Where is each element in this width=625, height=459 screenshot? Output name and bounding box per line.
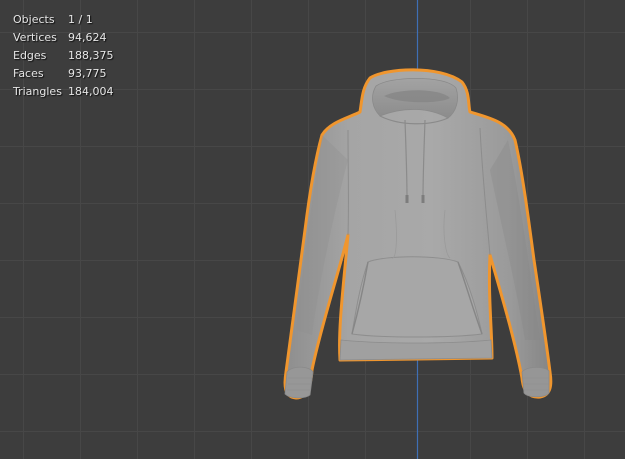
stat-row-faces: Faces 93,775	[13, 65, 114, 83]
stat-value: 1 / 1	[68, 13, 93, 26]
statistics-overlay: Objects 1 / 1 Vertices 94,624 Edges 188,…	[13, 11, 114, 101]
stat-row-triangles: Triangles 184,004	[13, 83, 114, 101]
stat-value: 188,375	[68, 49, 114, 62]
stat-label: Triangles	[13, 85, 62, 98]
stat-label: Objects	[13, 13, 55, 26]
cuff-right	[521, 366, 550, 398]
stat-label: Edges	[13, 49, 47, 62]
stat-value: 94,624	[68, 31, 107, 44]
stat-value: 184,004	[68, 85, 114, 98]
stat-label: Faces	[13, 67, 44, 80]
stat-value: 93,775	[68, 67, 107, 80]
cuff-left	[284, 366, 314, 399]
stat-row-vertices: Vertices 94,624	[13, 29, 114, 47]
3d-viewport[interactable]: Objects 1 / 1 Vertices 94,624 Edges 188,…	[0, 0, 625, 459]
waistband	[339, 339, 493, 361]
stat-row-objects: Objects 1 / 1	[13, 11, 114, 29]
stat-row-edges: Edges 188,375	[13, 47, 114, 65]
stat-label: Vertices	[13, 31, 57, 44]
